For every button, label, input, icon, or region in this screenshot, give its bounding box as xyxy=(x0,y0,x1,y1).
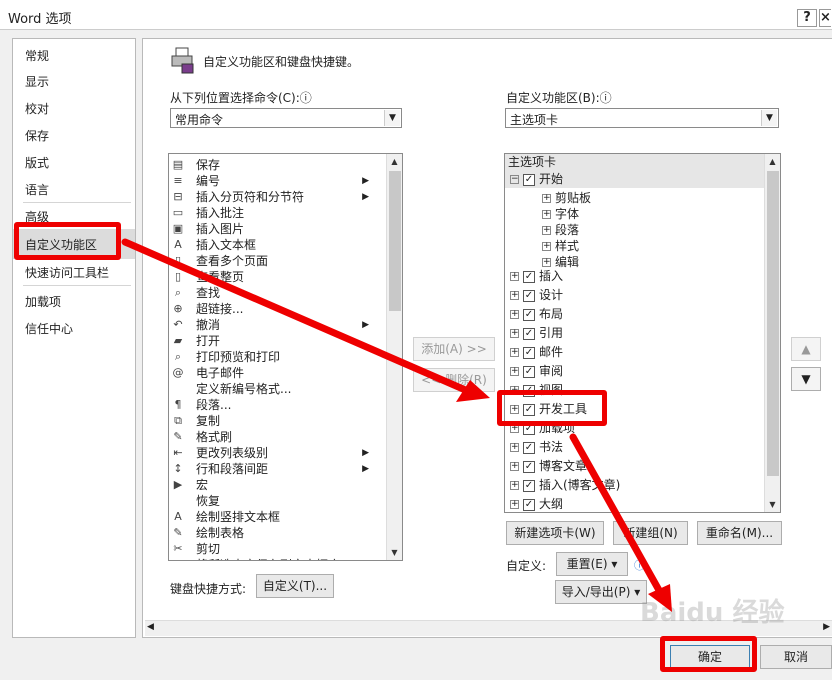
arrow-to-ok-button xyxy=(569,433,664,596)
annotation-arrows xyxy=(121,238,672,612)
arrow-to-developer-tab xyxy=(121,238,474,396)
word-options-dialog: Word 选项 ? × 常规 显示 校对 保存 版式 语言 高级 自定义功能区 … xyxy=(0,0,832,680)
